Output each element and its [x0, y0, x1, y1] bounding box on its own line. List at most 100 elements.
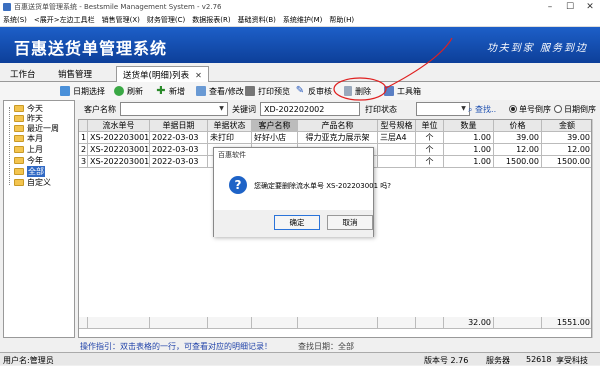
cell-qty: 1.00 [444, 132, 494, 144]
cell-spec [378, 156, 416, 168]
delete-button[interactable]: 删除 [344, 84, 371, 98]
close-tab-icon[interactable]: ✕ [195, 71, 202, 80]
header-qty[interactable]: 数量 [444, 120, 494, 132]
cell-product: 得力亚克力展示架 [298, 132, 378, 144]
printer-icon [245, 86, 255, 96]
folder-icon [14, 145, 24, 153]
cell-date: 2022-03-03 [150, 156, 208, 168]
delete-label: 删除 [355, 86, 371, 96]
customer-select[interactable]: ▼ [120, 102, 228, 116]
confirm-delete-dialog: 百惠软件 ? 您确定要删除流水单号 XS-202203001 吗? 确定 取消 [213, 147, 391, 237]
table-row[interactable]: 1 XS-202203001 2022-03-03 未打印 好好小店 得力亚克力… [79, 132, 591, 144]
header-spec[interactable]: 型号规格 [378, 120, 416, 132]
cell-index: 1 [79, 132, 88, 144]
header-price[interactable]: 价格 [494, 120, 542, 132]
close-icon[interactable]: ✕ [580, 0, 600, 13]
menu-system[interactable]: 系统(S) [3, 15, 27, 25]
tree-item-last-month[interactable]: 上月 [14, 144, 43, 154]
tab-strip: 工作台 销售管理 送货单(明细)列表 ✕ [0, 63, 600, 83]
footer-blank [252, 317, 298, 329]
sort-number-radio[interactable]: 单号倒序 [509, 104, 551, 115]
window-title: 百惠送货单管理系统 - Bestsmile Management System … [14, 2, 222, 11]
folder-icon [14, 178, 24, 186]
status-user: 用户名:管理员 [3, 356, 54, 365]
print-status-select[interactable]: ▼ [416, 102, 470, 116]
add-icon: ✚ [156, 84, 166, 97]
status-bar: 用户名:管理员 版本号 2.76 服务器 52618 享受科技 [0, 352, 600, 365]
search-button[interactable]: ⌕ 查找.. [468, 104, 496, 115]
status-port: 52618 [526, 355, 552, 364]
header-index [79, 120, 88, 132]
radio-unchecked [554, 105, 562, 113]
print-status-label: 打印状态 [365, 105, 397, 114]
search-icon: ⌕ [468, 105, 473, 114]
menu-expand-toolbar[interactable]: <展开>左边工具栏 [34, 15, 95, 25]
tree-item-all[interactable]: 全部 [14, 165, 45, 177]
chevron-down-icon: ▼ [219, 105, 224, 112]
view-edit-label: 查看/修改 [209, 86, 244, 96]
search-bar: 客户名称 ▼ 关键词 XD-202202002 打印状态 ▼ ⌕ 查找.. 单号… [78, 100, 600, 118]
stamp-icon: ✎ [295, 85, 305, 96]
footer-blank [150, 317, 208, 329]
sort-date-radio[interactable]: 日期倒序 [554, 104, 596, 115]
reverse-audit-button[interactable]: ✎ 反审核 [295, 84, 332, 98]
cell-date: 2022-03-03 [150, 144, 208, 156]
search-date-info: 查找日期：全部 [298, 342, 354, 351]
tab-delivery-list[interactable]: 送货单(明细)列表 ✕ [116, 66, 209, 83]
menu-basic-data[interactable]: 基础资料(B) [238, 15, 276, 25]
tree-item-last-week[interactable]: 最近一周 [14, 123, 59, 133]
refresh-button[interactable]: 刷新 [114, 84, 143, 98]
header-unit[interactable]: 单位 [416, 120, 444, 132]
cell-spec: 三层A4 [378, 132, 416, 144]
header-amount[interactable]: 金额 [542, 120, 591, 132]
cell-qty: 1.00 [444, 144, 494, 156]
confirm-button[interactable]: 确定 [274, 215, 320, 230]
header-product[interactable]: 产品名称 [298, 120, 378, 132]
tree-item-label: 上月 [27, 144, 43, 154]
tree-item-yesterday[interactable]: 昨天 [14, 113, 43, 123]
tree-item-custom[interactable]: 自定义 [14, 177, 51, 187]
status-server: 服务器 [486, 356, 510, 365]
tree-item-this-month[interactable]: 本月 [14, 133, 43, 143]
menu-help[interactable]: 帮助(H) [329, 15, 354, 25]
minimize-icon[interactable]: – [540, 0, 560, 13]
maximize-icon[interactable]: ☐ [560, 0, 580, 13]
footer-blank [298, 317, 378, 329]
header-serial[interactable]: 流水单号 [88, 120, 150, 132]
menu-finance[interactable]: 财务管理(C) [147, 15, 185, 25]
header-date[interactable]: 单据日期 [150, 120, 208, 132]
sort-number-label: 单号倒序 [519, 105, 551, 114]
menu-reports[interactable]: 数据报表(R) [192, 15, 230, 25]
tree-item-today[interactable]: 今天 [14, 103, 43, 113]
cell-unit: 个 [416, 132, 444, 144]
folder-icon [14, 114, 24, 122]
menu-maintenance[interactable]: 系统维护(M) [283, 15, 323, 25]
cell-serial: XS-202203001 [88, 156, 150, 168]
customer-label: 客户名称 [84, 105, 116, 114]
keyword-input[interactable]: XD-202202002 [260, 102, 360, 116]
folder-icon [14, 124, 24, 132]
footer-blank [88, 317, 150, 329]
footer-blank [79, 317, 88, 329]
cancel-button[interactable]: 取消 [327, 215, 373, 230]
footer-amount-total: 1551.00 [542, 317, 591, 329]
view-edit-button[interactable]: 查看/修改 [196, 84, 244, 98]
app-logo: 百惠送货单管理系统 [14, 39, 168, 58]
cell-unit: 个 [416, 144, 444, 156]
window-titlebar: 百惠送货单管理系统 - Bestsmile Management System … [0, 0, 600, 13]
footer-qty-total: 32.00 [444, 317, 494, 329]
print-preview-button[interactable]: 打印预览 [245, 84, 290, 98]
cell-index: 2 [79, 144, 88, 156]
date-select-button[interactable]: 日期选择 [60, 84, 105, 98]
header-status[interactable]: 单据状态 [208, 120, 252, 132]
toolbar: 日期选择 刷新 ✚ 新增 查看/修改 打印预览 ✎ 反审核 删除 工具箱 [0, 82, 600, 100]
tree-item-this-year[interactable]: 今年 [14, 155, 43, 165]
add-button[interactable]: ✚ 新增 [156, 84, 185, 98]
menu-sales[interactable]: 销售管理(X) [102, 15, 140, 25]
tab-workbench[interactable]: 工作台 [4, 66, 42, 82]
header-customer[interactable]: 客户名称 [252, 120, 298, 132]
date-filter-tree: 今天 昨天 最近一周 本月 上月 今年 全部 自定义 [3, 100, 75, 338]
vertical-scrollbar[interactable] [592, 119, 600, 338]
tab-sales[interactable]: 销售管理 [52, 66, 98, 82]
toolbox-button[interactable]: 工具箱 [384, 84, 421, 98]
